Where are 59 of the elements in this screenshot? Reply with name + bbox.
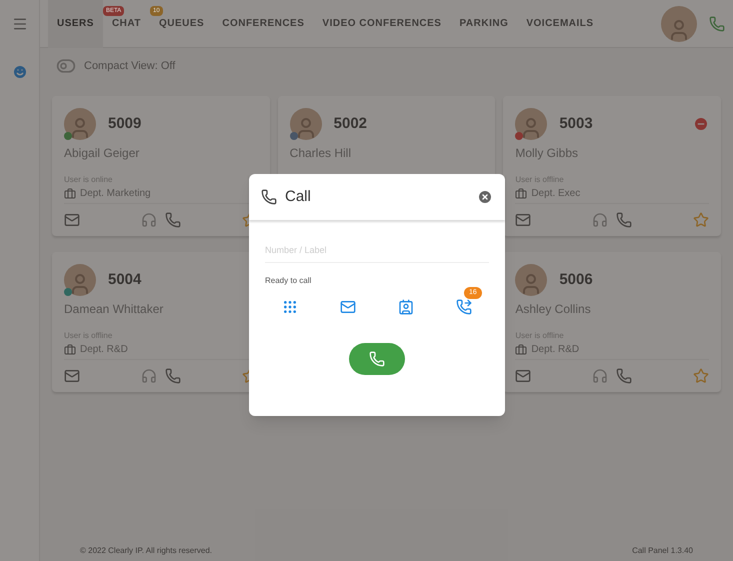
star-icon[interactable]	[693, 368, 710, 384]
phone-icon[interactable]	[616, 368, 632, 384]
phone-icon	[261, 189, 277, 205]
dialog-title: Call	[285, 186, 311, 207]
contacts-icon[interactable]	[398, 298, 414, 314]
mail-icon[interactable]	[515, 212, 532, 228]
headset-icon[interactable]	[592, 212, 608, 228]
headset-icon[interactable]	[140, 212, 157, 228]
mail-icon[interactable]	[340, 298, 356, 314]
avatar	[661, 6, 697, 42]
briefcase-icon	[515, 344, 528, 356]
avatar	[64, 264, 96, 296]
department: Dept. Exec	[531, 187, 580, 201]
phone-icon[interactable]	[164, 212, 181, 228]
phone-icon	[369, 350, 385, 366]
nav-tab[interactable]: CONFERENCES	[213, 0, 314, 48]
extension-number: 5002	[334, 114, 368, 134]
user-name: Abigail Geiger	[64, 145, 140, 162]
extension-number: 5009	[108, 114, 142, 134]
nav-tab[interactable]: USERS	[48, 0, 103, 48]
compact-view-label: Compact View: Off	[84, 58, 176, 74]
avatar	[290, 108, 322, 140]
call-button[interactable]	[349, 342, 405, 374]
mail-icon[interactable]	[515, 368, 532, 384]
extension-number: 5003	[559, 114, 593, 134]
user-name: Damean Whittaker	[64, 301, 164, 318]
department: Dept. R&D	[80, 343, 128, 357]
status-text: Ready to call	[265, 274, 312, 286]
department: Dept. R&D	[531, 343, 580, 357]
menu-icon[interactable]	[12, 16, 28, 32]
extension-number: 5004	[108, 270, 142, 290]
avatar	[515, 108, 548, 140]
dialpad-icon[interactable]	[282, 298, 298, 314]
phone-icon[interactable]	[164, 368, 181, 384]
star-icon[interactable]	[693, 212, 710, 228]
mail-icon[interactable]	[64, 368, 80, 384]
mail-icon[interactable]	[64, 212, 80, 228]
headset-icon[interactable]	[592, 368, 608, 384]
user-name: Ashley Collins	[515, 301, 592, 318]
briefcase-icon	[515, 188, 528, 200]
briefcase-icon	[64, 188, 76, 200]
nav-tab[interactable]: VIDEO CONFERENCES	[313, 0, 450, 48]
avatar	[64, 108, 96, 140]
department: Dept. Marketing	[80, 187, 151, 201]
extension-number: 5006	[559, 270, 593, 290]
phone-icon[interactable]	[616, 212, 632, 228]
headset-icon[interactable]	[140, 368, 157, 384]
call-history-icon[interactable]	[456, 298, 472, 314]
user-name: Molly Gibbs	[515, 145, 580, 162]
copyright-text: © 2022 Clearly IP. All rights reserved.	[80, 545, 212, 557]
version-text: Call Panel 1.3.40	[632, 545, 693, 557]
smiley-icon[interactable]	[12, 64, 28, 80]
nav-tab[interactable]: PARKING	[450, 0, 518, 48]
close-icon[interactable]	[477, 189, 493, 205]
phone-icon[interactable]	[709, 16, 725, 32]
nav-tab[interactable]: VOICEMAILS	[517, 0, 603, 48]
user-name: Charles Hill	[290, 145, 352, 162]
avatar	[515, 264, 548, 296]
briefcase-icon	[64, 344, 76, 356]
